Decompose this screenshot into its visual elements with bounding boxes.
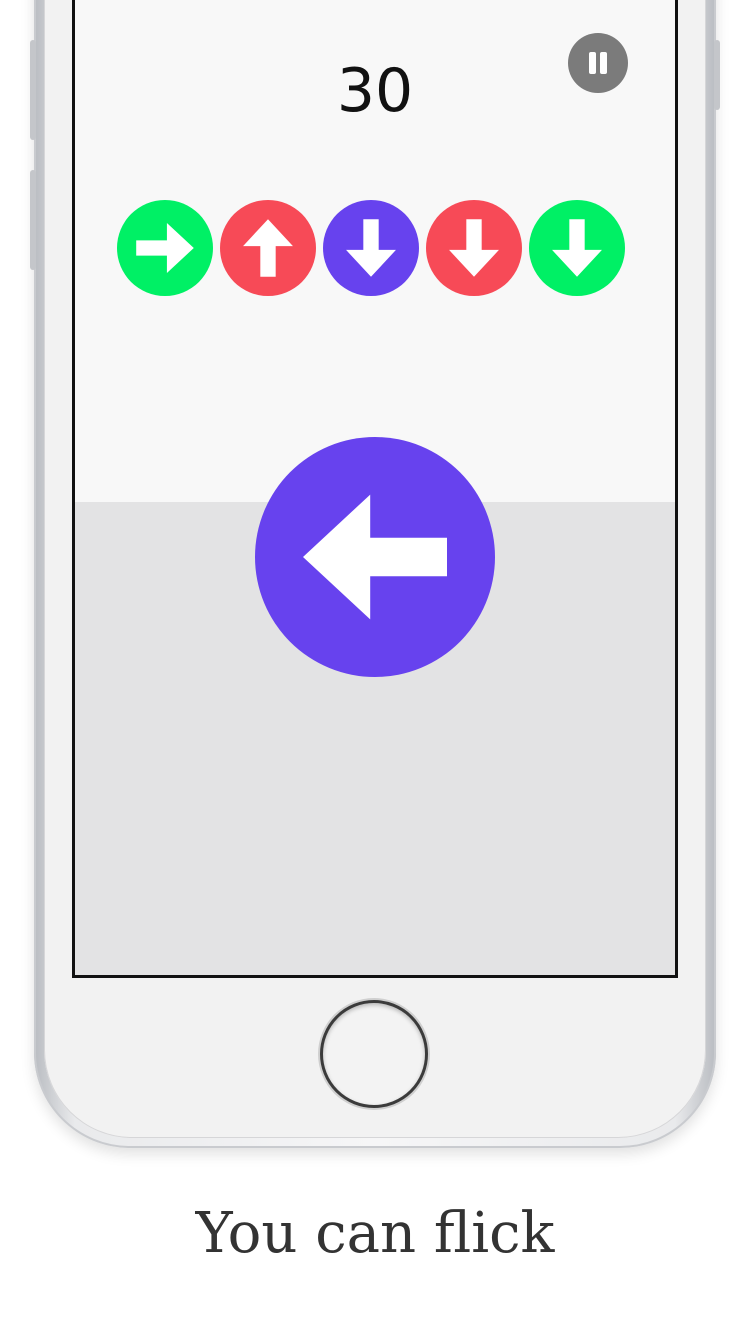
home-button[interactable] [320, 1000, 428, 1108]
queue-arrow-up [220, 200, 316, 296]
queue-arrow-down [426, 200, 522, 296]
queue-arrow-right [117, 200, 213, 296]
volume-button-lower [30, 170, 36, 270]
pause-icon [589, 52, 607, 74]
current-arrow-button[interactable] [255, 437, 495, 677]
volume-button [30, 40, 36, 140]
queue-arrow-down [529, 200, 625, 296]
pause-button[interactable] [568, 33, 628, 93]
queue-arrow-down [323, 200, 419, 296]
game-screen[interactable]: 30 [72, 0, 678, 978]
caption-text: You can flick [195, 1201, 555, 1266]
power-button [714, 40, 720, 110]
